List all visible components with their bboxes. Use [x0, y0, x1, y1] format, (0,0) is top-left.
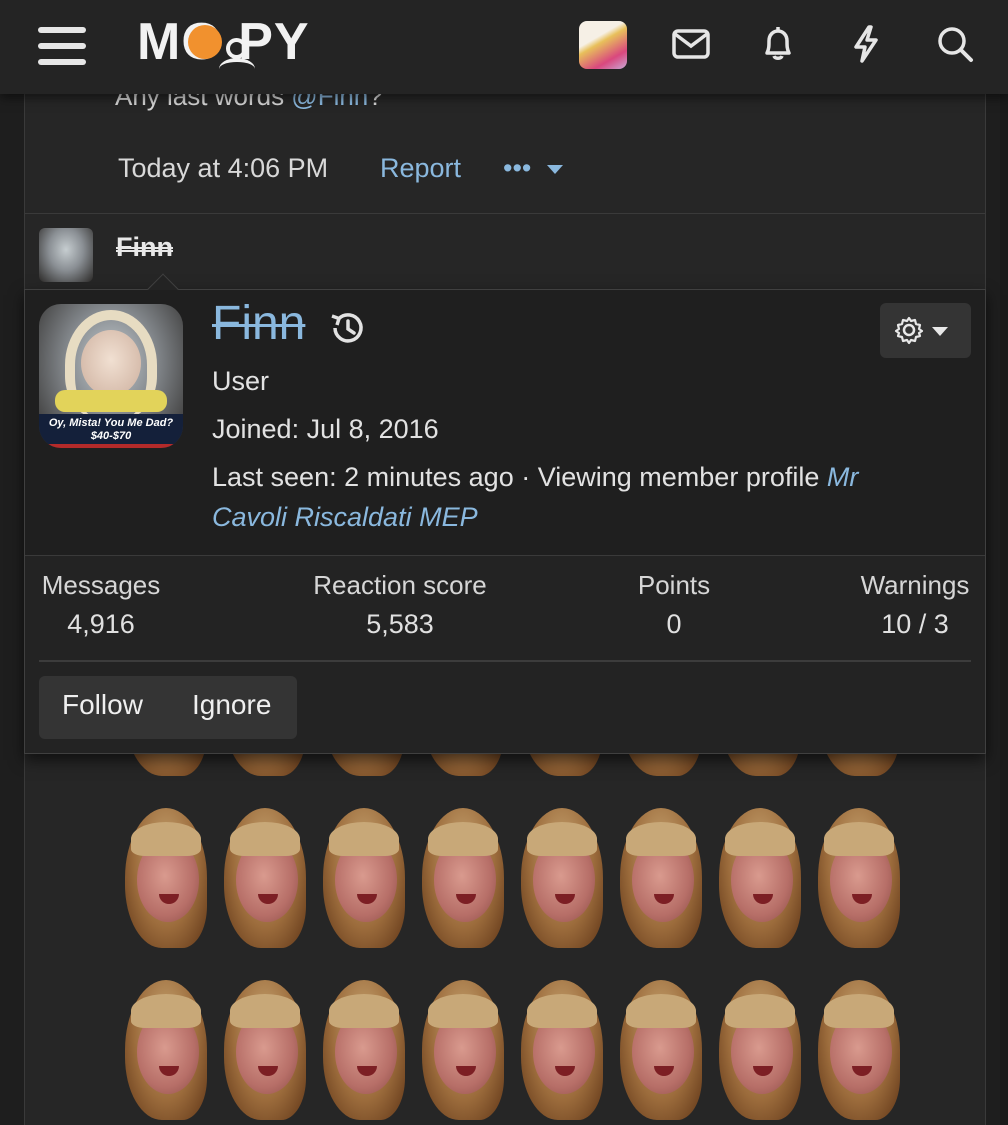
- member-settings-button[interactable]: [880, 303, 971, 358]
- follow-button[interactable]: Follow: [62, 689, 143, 721]
- stat-label: Points: [637, 570, 711, 600]
- joined-label: Joined:: [212, 414, 300, 444]
- face-sticker: [808, 786, 907, 958]
- face-sticker: [412, 958, 511, 1125]
- envelope-icon[interactable]: [669, 22, 713, 66]
- logo-ring: [226, 38, 247, 59]
- face-sticker: [214, 958, 313, 1125]
- face-sticker: [610, 958, 709, 1125]
- face-sticker: [115, 958, 214, 1125]
- face-sticker: [412, 786, 511, 958]
- avatar-caption: Oy, Mista! You Me Dad? $40-$70: [39, 414, 183, 448]
- joined-date: Jul 8, 2016: [306, 414, 439, 444]
- last-seen-value: 2 minutes ago: [344, 462, 514, 492]
- top-bar: MO PY: [0, 0, 1008, 94]
- chevron-down-icon: [932, 327, 948, 336]
- logo-orange-dot: [188, 25, 222, 59]
- last-seen-label: Last seen:: [212, 462, 337, 492]
- page: MO PY Any last words @Finn? Today at 4:0…: [0, 0, 1008, 1125]
- more-dots-icon: •••: [503, 153, 532, 183]
- face-sticker: [511, 958, 610, 1125]
- face-sticker: [709, 958, 808, 1125]
- face-sticker: [214, 786, 313, 958]
- face-sticker: [313, 958, 412, 1125]
- stat-label: Messages: [41, 570, 161, 600]
- stat-value: 10 / 3: [881, 609, 949, 639]
- face-sticker: [808, 958, 907, 1125]
- avatar-doll-face: [81, 330, 141, 396]
- member-name-link[interactable]: Finn: [212, 296, 305, 351]
- image-row: [115, 958, 915, 1125]
- stats-divider: [39, 660, 971, 662]
- stat-value: 4,916: [67, 609, 135, 639]
- member-title: User: [212, 366, 270, 396]
- avatar-caption-line2: $40-$70: [90, 430, 132, 442]
- post-author-avatar[interactable]: [39, 228, 93, 282]
- stat-reaction-score[interactable]: Reaction score 5,583: [300, 570, 500, 640]
- post-author-name[interactable]: Finn: [116, 232, 173, 263]
- stat-points[interactable]: Points 0: [574, 570, 774, 640]
- gear-icon: [894, 316, 924, 345]
- member-tooltip: Oy, Mista! You Me Dad? $40-$70 Finn User…: [24, 273, 986, 754]
- avatar-caption-line1: Oy, Mista! You Me Dad?: [48, 417, 174, 429]
- history-icon[interactable]: [327, 308, 367, 348]
- activity-link-continued[interactable]: Cavoli Riscaldati MEP: [212, 502, 478, 532]
- image-row: [115, 786, 915, 958]
- account-avatar[interactable]: [579, 21, 627, 69]
- stat-messages[interactable]: Messages 4,916: [25, 570, 177, 640]
- stat-value: 0: [666, 609, 682, 639]
- ignore-button[interactable]: Ignore: [192, 689, 271, 721]
- activity-text: · Viewing member profile: [521, 462, 820, 492]
- stat-warnings[interactable]: Warnings 10 / 3: [840, 570, 990, 640]
- site-logo[interactable]: MO PY: [137, 14, 342, 76]
- stat-value: 5,583: [366, 609, 434, 639]
- menu-icon[interactable]: [38, 27, 86, 65]
- member-card-header: Oy, Mista! You Me Dad? $40-$70 Finn User…: [25, 290, 985, 556]
- logo-smile: [219, 58, 255, 80]
- member-avatar[interactable]: Oy, Mista! You Me Dad? $40-$70: [39, 304, 183, 448]
- member-last-seen: Last seen: 2 minutes ago · Viewing membe…: [212, 462, 858, 493]
- search-icon[interactable]: [933, 22, 977, 66]
- member-joined: Joined: Jul 8, 2016: [212, 414, 439, 445]
- more-options-button[interactable]: •••: [503, 153, 563, 184]
- face-sticker: [511, 786, 610, 958]
- avatar-bow: [55, 390, 167, 412]
- post-timestamp[interactable]: Today at 4:06 PM: [118, 153, 328, 184]
- face-sticker: [610, 786, 709, 958]
- face-sticker: [709, 786, 808, 958]
- page-scrollbar[interactable]: [1000, 94, 1008, 1125]
- member-action-buttons: Follow Ignore: [39, 676, 297, 739]
- face-sticker: [313, 786, 412, 958]
- activity-link[interactable]: Mr: [827, 462, 858, 492]
- previous-post: Any last words @Finn? Today at 4:06 PM R…: [24, 80, 986, 214]
- report-link[interactable]: Report: [380, 153, 461, 184]
- chevron-down-icon: [546, 165, 563, 175]
- stat-label: Reaction score: [313, 570, 487, 600]
- face-sticker: [115, 786, 214, 958]
- member-activity-continued: Cavoli Riscaldati MEP: [212, 502, 478, 533]
- lightning-icon[interactable]: [844, 22, 888, 66]
- stat-label: Warnings: [860, 570, 970, 600]
- bell-icon[interactable]: [756, 22, 800, 66]
